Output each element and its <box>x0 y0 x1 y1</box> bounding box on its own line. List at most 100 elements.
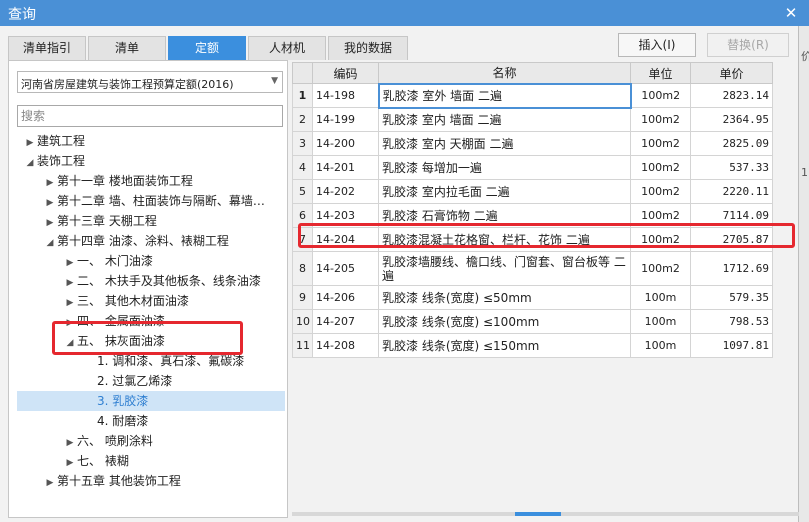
table-row[interactable]: 1 14-198 乳胶漆 室外 墙面 二遍 100m2 2823.14 <box>292 82 773 109</box>
cell-name[interactable]: 乳胶漆 室外 墙面 二遍 <box>377 82 632 109</box>
tree-node[interactable]: ▶ 四、 金属面油漆 <box>63 311 285 331</box>
cell-price[interactable]: 2823.14 <box>690 83 773 108</box>
tab-labor-material-machine[interactable]: 人材机 <box>248 36 326 60</box>
cell-name[interactable]: 乳胶漆 室内拉毛面 二遍 <box>378 179 631 204</box>
cell-price[interactable]: 537.33 <box>690 155 773 180</box>
table-row[interactable]: 2 14-199 乳胶漆 室内 墙面 二遍 100m2 2364.95 <box>292 107 773 132</box>
collapsed-arrow-icon[interactable]: ▶ <box>23 133 37 151</box>
cell-code[interactable]: 14-199 <box>312 107 379 132</box>
cell-price[interactable]: 1712.69 <box>690 251 773 286</box>
cell-code[interactable]: 14-206 <box>312 285 379 310</box>
cell-unit[interactable]: 100m <box>630 285 691 310</box>
cell-name[interactable]: 乳胶漆 线条(宽度) ≤50mm <box>378 285 631 310</box>
collapsed-arrow-icon[interactable]: ▶ <box>43 213 57 231</box>
collapsed-arrow-icon[interactable]: ▶ <box>63 313 77 331</box>
table-row[interactable]: 6 14-203 乳胶漆 石膏饰物 二遍 100m2 7114.09 <box>292 203 773 228</box>
collapsed-arrow-icon[interactable]: ▶ <box>43 193 57 211</box>
tab-bill[interactable]: 清单 <box>88 36 166 60</box>
collapsed-arrow-icon[interactable]: ▶ <box>63 453 77 471</box>
close-icon[interactable]: ✕ <box>780 2 802 24</box>
cell-name[interactable]: 乳胶漆 室内 天棚面 二遍 <box>378 131 631 156</box>
cell-unit[interactable]: 100m2 <box>630 203 691 228</box>
expanded-arrow-icon[interactable]: ◢ <box>63 333 77 351</box>
tree-node[interactable]: ◢ 第十四章 油漆、涂料、裱糊工程 <box>43 231 285 251</box>
column-header-price[interactable]: 单价 <box>690 62 773 84</box>
cell-price[interactable]: 2825.09 <box>690 131 773 156</box>
tab-my-data[interactable]: 我的数据 <box>328 36 408 60</box>
column-header-unit[interactable]: 单位 <box>630 62 691 84</box>
cell-unit[interactable]: 100m2 <box>630 179 691 204</box>
replace-button[interactable]: 替换(R) <box>707 33 789 57</box>
cell-price[interactable]: 7114.09 <box>690 203 773 228</box>
tree-node[interactable]: ▶ 六、 喷刷涂料 <box>63 431 285 451</box>
expanded-arrow-icon[interactable]: ◢ <box>43 233 57 251</box>
tree-node[interactable]: ▶ 三、 其他木材面油漆 <box>63 291 285 311</box>
cell-code[interactable]: 14-201 <box>312 155 379 180</box>
tree-node[interactable]: ▶ 第十一章 楼地面装饰工程 <box>43 171 285 191</box>
collapsed-arrow-icon[interactable]: ▶ <box>43 173 57 191</box>
cell-name[interactable]: 乳胶漆 室内 墙面 二遍 <box>378 107 631 132</box>
tree-node[interactable]: 2. 过氯乙烯漆 <box>83 371 285 391</box>
cell-code[interactable]: 14-202 <box>312 179 379 204</box>
cell-code[interactable]: 14-208 <box>312 333 379 358</box>
tree-node[interactable]: ▶ 建筑工程 <box>23 131 285 151</box>
collapsed-arrow-icon[interactable]: ▶ <box>43 473 57 491</box>
cell-unit[interactable]: 100m2 <box>630 155 691 180</box>
cell-unit[interactable]: 100m2 <box>630 251 691 286</box>
tab-bill-guide[interactable]: 清单指引 <box>8 36 86 60</box>
table-row[interactable]: 4 14-201 乳胶漆 每增加一遍 100m2 537.33 <box>292 155 773 180</box>
cell-unit[interactable]: 100m2 <box>630 83 691 108</box>
tree-node[interactable]: ▶ 第十二章 墙、柱面装饰与隔断、幕墙… <box>43 191 285 211</box>
cell-name[interactable]: 乳胶漆 线条(宽度) ≤100mm <box>378 309 631 334</box>
cell-unit[interactable]: 100m2 <box>630 227 691 252</box>
collapsed-arrow-icon[interactable]: ▶ <box>63 433 77 451</box>
tree-node[interactable]: ▶ 二、 木扶手及其他板条、线条油漆 <box>63 271 285 291</box>
collapsed-arrow-icon[interactable]: ▶ <box>63 273 77 291</box>
cell-unit[interactable]: 100m2 <box>630 131 691 156</box>
table-row[interactable]: 11 14-208 乳胶漆 线条(宽度) ≤150mm 100m 1097.81 <box>292 333 773 358</box>
cell-code[interactable]: 14-204 <box>312 227 379 252</box>
cell-name[interactable]: 乳胶漆 石膏饰物 二遍 <box>378 203 631 228</box>
cell-name[interactable]: 乳胶漆混凝土花格窗、栏杆、花饰 二遍 <box>378 227 631 252</box>
quota-library-select[interactable]: 河南省房屋建筑与装饰工程预算定额(2016) ▼ <box>17 71 283 93</box>
cell-name[interactable]: 乳胶漆墙腰线、檐口线、门窗套、窗台板等 二遍 <box>378 251 631 286</box>
column-header-name[interactable]: 名称 <box>378 62 631 84</box>
cell-price[interactable]: 2220.11 <box>690 179 773 204</box>
tree-node[interactable]: ▶ 七、 裱糊 <box>63 451 285 471</box>
tree-node[interactable]: ◢ 装饰工程 <box>23 151 285 171</box>
collapsed-arrow-icon[interactable]: ▶ <box>63 253 77 271</box>
table-row[interactable]: 9 14-206 乳胶漆 线条(宽度) ≤50mm 100m 579.35 <box>292 285 773 310</box>
insert-button[interactable]: 插入(I) <box>618 33 696 57</box>
tree-node[interactable]: 4. 耐磨漆 <box>83 411 285 431</box>
cell-name[interactable]: 乳胶漆 每增加一遍 <box>378 155 631 180</box>
cell-code[interactable]: 14-203 <box>312 203 379 228</box>
column-header-code[interactable]: 编码 <box>312 62 379 84</box>
tree-node[interactable]: 3. 乳胶漆 <box>17 391 285 411</box>
cell-price[interactable]: 579.35 <box>690 285 773 310</box>
cell-code[interactable]: 14-207 <box>312 309 379 334</box>
cell-code[interactable]: 14-205 <box>312 251 379 286</box>
table-row[interactable]: 10 14-207 乳胶漆 线条(宽度) ≤100mm 100m 798.53 <box>292 309 773 334</box>
cell-price[interactable]: 1097.81 <box>690 333 773 358</box>
cell-price[interactable]: 798.53 <box>690 309 773 334</box>
cell-name[interactable]: 乳胶漆 线条(宽度) ≤150mm <box>378 333 631 358</box>
expanded-arrow-icon[interactable]: ◢ <box>23 153 37 171</box>
tree-node[interactable]: ◢ 五、 抹灰面油漆 <box>63 331 285 351</box>
table-row[interactable]: 3 14-200 乳胶漆 室内 天棚面 二遍 100m2 2825.09 <box>292 131 773 156</box>
cell-code[interactable]: 14-200 <box>312 131 379 156</box>
cell-unit[interactable]: 100m2 <box>630 107 691 132</box>
collapsed-arrow-icon[interactable]: ▶ <box>63 293 77 311</box>
table-row[interactable]: 5 14-202 乳胶漆 室内拉毛面 二遍 100m2 2220.11 <box>292 179 773 204</box>
cell-price[interactable]: 2705.87 <box>690 227 773 252</box>
cell-unit[interactable]: 100m <box>630 333 691 358</box>
search-input[interactable] <box>17 105 283 127</box>
tree-node[interactable]: 1. 调和漆、真石漆、氟碳漆 <box>83 351 285 371</box>
tab-quota[interactable]: 定额 <box>168 36 246 60</box>
scrollbar-thumb[interactable] <box>515 512 561 516</box>
tree-node[interactable]: ▶ 第十五章 其他装饰工程 <box>43 471 285 491</box>
cell-unit[interactable]: 100m <box>630 309 691 334</box>
tree-node[interactable]: ▶ 一、 木门油漆 <box>63 251 285 271</box>
table-row[interactable]: 7 14-204 乳胶漆混凝土花格窗、栏杆、花饰 二遍 100m2 2705.87 <box>292 227 773 252</box>
cell-price[interactable]: 2364.95 <box>690 107 773 132</box>
tree-node[interactable]: ▶ 第十三章 天棚工程 <box>43 211 285 231</box>
